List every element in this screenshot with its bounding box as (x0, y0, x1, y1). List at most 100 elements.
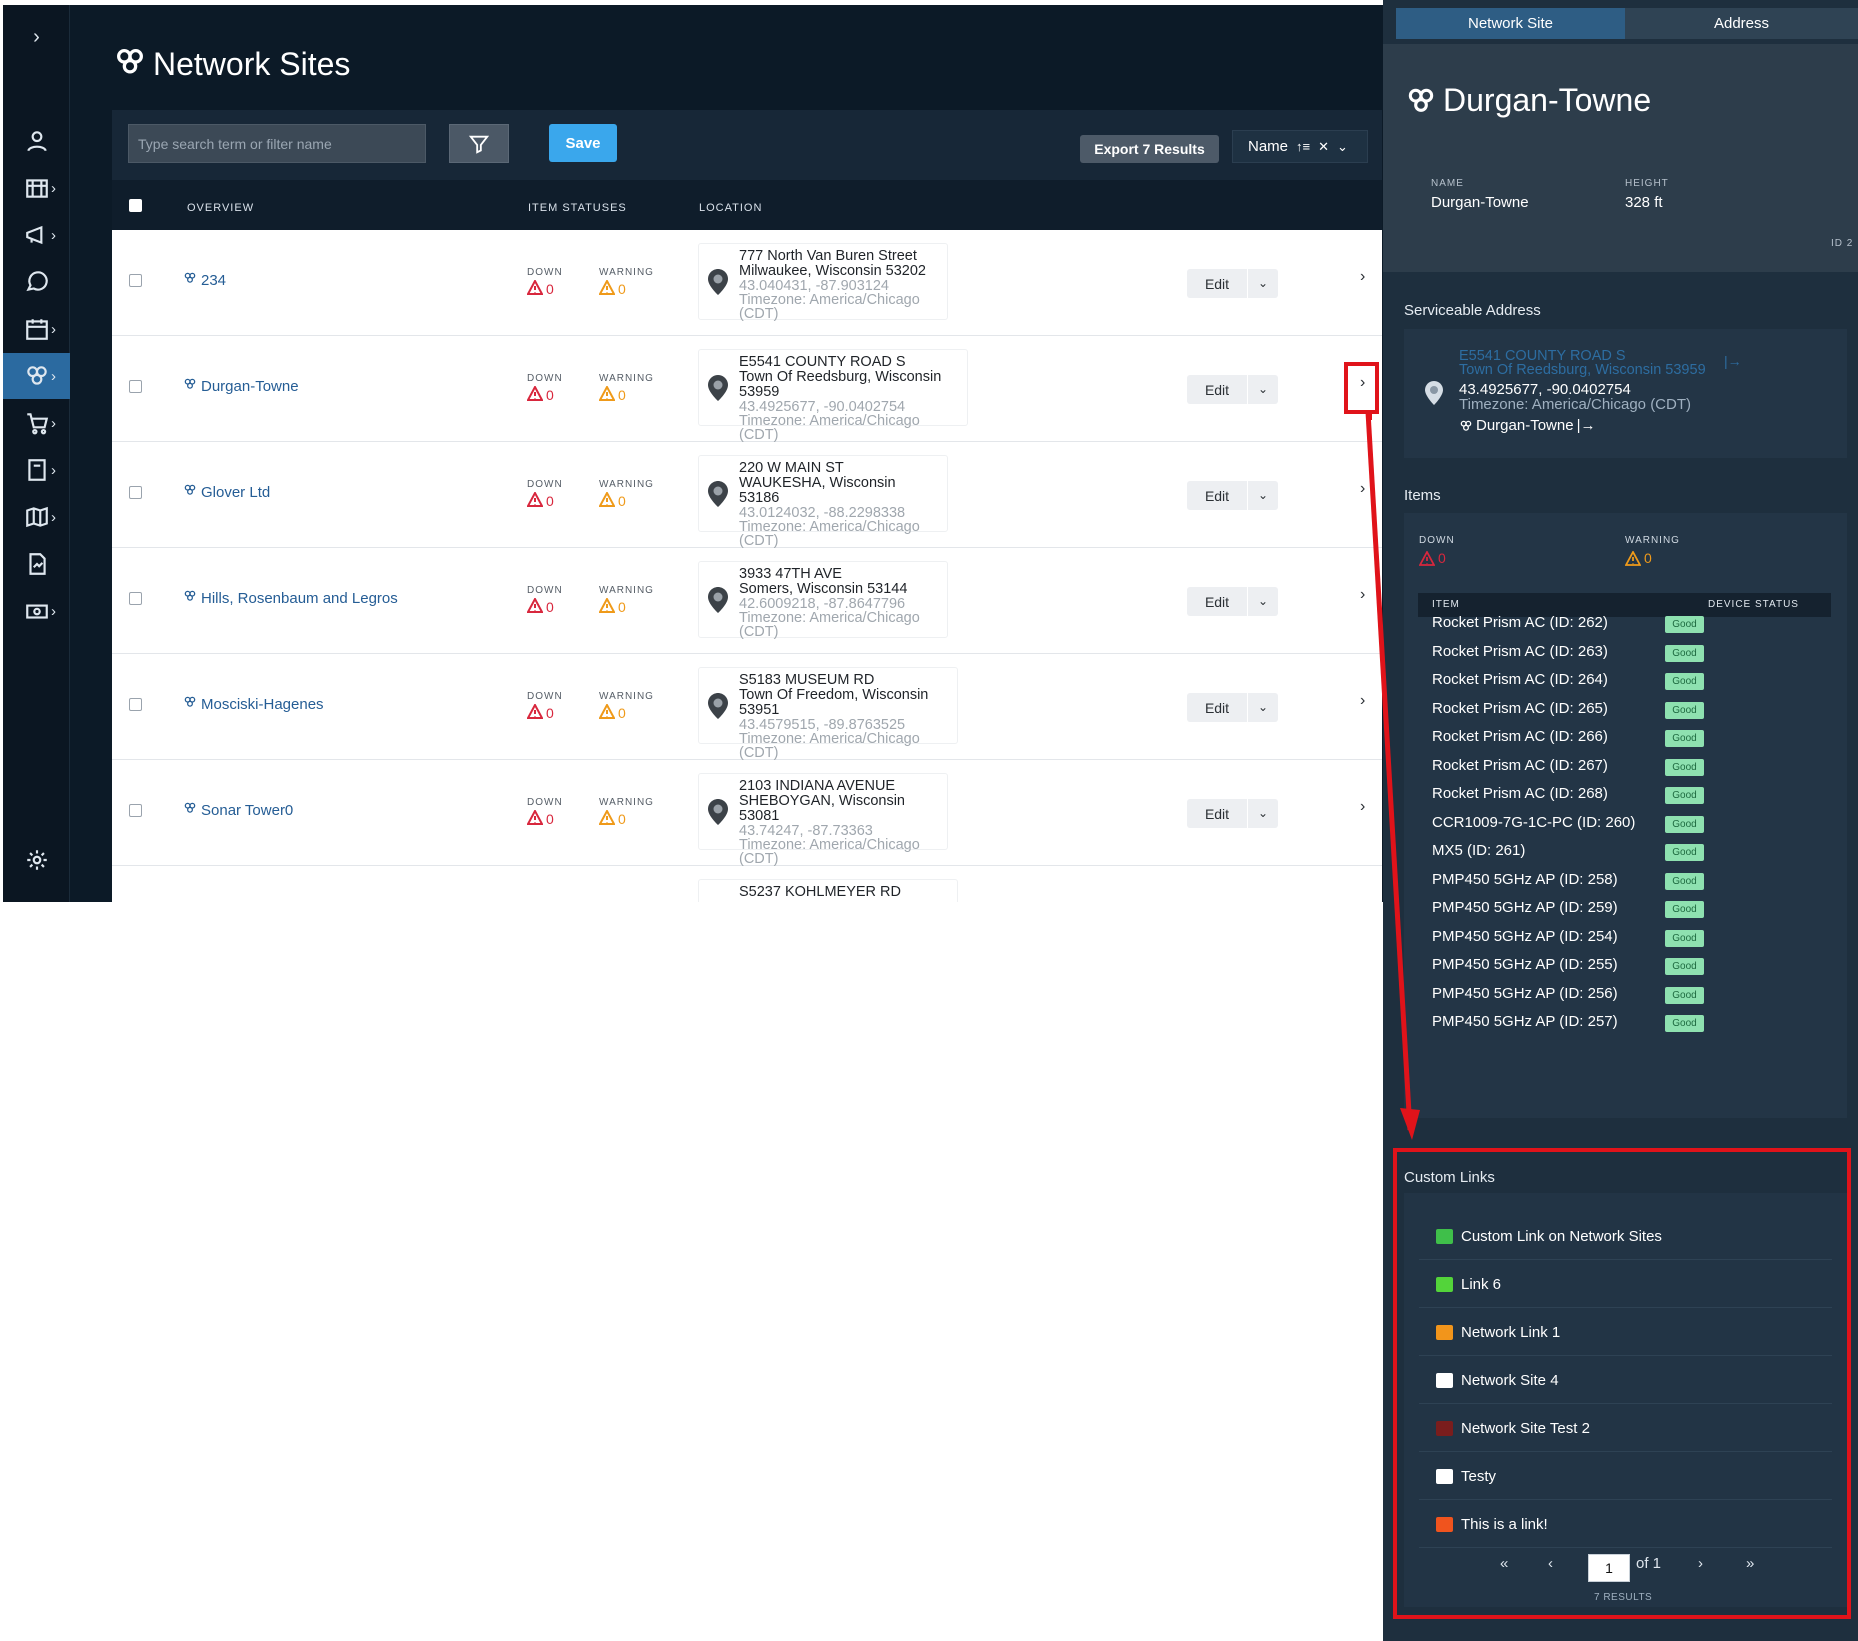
item-name[interactable]: MX5 (ID: 261) (1432, 842, 1525, 859)
item-name[interactable]: PMP450 5GHz AP (ID: 257) (1432, 1013, 1618, 1030)
location-card: S5183 MUSEUM RD Town Of Freedom, Wisconsi… (698, 667, 958, 760)
column-item-statuses[interactable]: ITEM STATUSES (528, 202, 627, 214)
chevron-down-icon[interactable]: ⌄ (1247, 269, 1278, 298)
chevron-down-icon[interactable]: ⌄ (1247, 481, 1278, 510)
sidebar-item-reports[interactable] (3, 541, 70, 587)
sidebar-item-finance[interactable]: › (3, 588, 70, 634)
sidebar-item-network[interactable]: › (3, 353, 70, 399)
site-name[interactable]: Durgan-Towne (201, 378, 299, 395)
chevron-down-icon[interactable]: ⌄ (1247, 693, 1278, 722)
item-name[interactable]: PMP450 5GHz AP (ID: 256) (1432, 985, 1618, 1002)
table-row[interactable]: Glover Ltd DOWN 0 WARNING 0 220 W MAIN ST WAUK… (112, 442, 1382, 548)
edit-button[interactable]: Edit (1187, 594, 1247, 610)
filter-button[interactable] (449, 124, 509, 163)
sidebar-item-scheduling[interactable]: › (3, 306, 70, 352)
down-label: DOWN (527, 267, 563, 278)
column-overview[interactable]: OVERVIEW (187, 202, 254, 214)
edit-button-group: Edit ⌄ (1187, 481, 1278, 510)
item-name[interactable]: Rocket Prism AC (ID: 265) (1432, 700, 1608, 717)
chevron-down-icon[interactable]: ⌄ (1247, 587, 1278, 616)
sidebar-item-accounts[interactable] (3, 118, 70, 164)
coordinates: 43.4579515, -89.8763525 (739, 717, 906, 733)
site-name-link[interactable]: Mosciski-Hagenes (183, 695, 324, 713)
address-line1: 2103 INDIANA AVENUE (739, 778, 896, 794)
save-button[interactable]: Save (549, 124, 617, 162)
sidebar-item-inventory[interactable]: › (3, 400, 70, 446)
row-checkbox[interactable] (129, 698, 142, 711)
chevron-down-icon[interactable]: ⌄ (1247, 799, 1278, 828)
row-checkbox[interactable] (129, 592, 142, 605)
edit-button[interactable]: Edit (1187, 276, 1247, 292)
row-checkbox[interactable] (129, 380, 142, 393)
item-name[interactable]: PMP450 5GHz AP (ID: 259) (1432, 899, 1618, 916)
sort-asc-icon[interactable]: ↑≡ (1296, 139, 1310, 154)
export-button[interactable]: Export 7 Results (1080, 135, 1219, 163)
edit-button[interactable]: Edit (1187, 488, 1247, 504)
site-name[interactable]: Hills, Rosenbaum and Legros (201, 590, 398, 607)
column-location[interactable]: LOCATION (699, 202, 762, 214)
select-all-checkbox[interactable] (129, 199, 142, 212)
table-row[interactable]: Mosciski-Hagenes DOWN 0 WARNING 0 S5183 MUSEU… (112, 654, 1382, 760)
row-checkbox[interactable] (129, 274, 142, 287)
item-name[interactable]: PMP450 5GHz AP (ID: 254) (1432, 928, 1618, 945)
warning-label: WARNING (599, 585, 654, 596)
chevron-right-icon[interactable]: › (1360, 268, 1365, 286)
item-name[interactable]: Rocket Prism AC (ID: 266) (1432, 728, 1608, 745)
item-name[interactable]: Rocket Prism AC (ID: 267) (1432, 757, 1608, 774)
item-name[interactable]: Rocket Prism AC (ID: 268) (1432, 785, 1608, 802)
table-row[interactable]: Durgan-Towne DOWN 0 WARNING 0 E5541 COUNTY RO… (112, 336, 1382, 442)
sidebar-item-settings[interactable] (3, 837, 70, 883)
item-name[interactable]: Rocket Prism AC (ID: 263) (1432, 643, 1608, 660)
table-row[interactable]: 234 DOWN 0 WARNING 0 777 North Van Buren Stre… (112, 230, 1382, 336)
chevron-right-icon: › (51, 508, 56, 526)
site-name-link[interactable]: Glover Ltd (183, 483, 270, 501)
edit-button[interactable]: Edit (1187, 700, 1247, 716)
item-name[interactable]: Rocket Prism AC (ID: 264) (1432, 671, 1608, 688)
chevron-down-icon[interactable]: ⌄ (1337, 139, 1348, 155)
site-name[interactable]: Glover Ltd (201, 484, 270, 501)
chevron-right-icon: › (51, 414, 56, 432)
row-checkbox[interactable] (129, 804, 142, 817)
serviceable-address-line2[interactable]: Town Of Reedsburg, Wisconsin 53959 (1459, 363, 1706, 378)
sidebar-item-jobs[interactable]: › (3, 447, 70, 493)
table-row[interactable]: Sonar Tower0 DOWN 0 WARNING 0 2103 INDIANA AV… (112, 760, 1382, 866)
item-name[interactable]: PMP450 5GHz AP (ID: 255) (1432, 956, 1618, 973)
sidebar-item-messages[interactable] (3, 259, 70, 305)
site-name-link[interactable]: Hills, Rosenbaum and Legros (183, 589, 398, 607)
warning-count: 0 (618, 493, 626, 509)
edit-button-group: Edit ⌄ (1187, 375, 1278, 404)
site-name[interactable]: Sonar Tower0 (201, 802, 293, 819)
tab-address[interactable]: Address (1625, 8, 1858, 39)
item-name[interactable]: PMP450 5GHz AP (ID: 258) (1432, 871, 1618, 888)
search-input[interactable] (128, 124, 426, 163)
chevron-down-icon[interactable]: ⌄ (1247, 375, 1278, 404)
edit-button[interactable]: Edit (1187, 382, 1247, 398)
site-name-link[interactable]: Sonar Tower0 (183, 801, 293, 819)
site-name[interactable]: Mosciski-Hagenes (201, 696, 324, 713)
status-badge: Good (1665, 958, 1704, 975)
row-checkbox[interactable] (129, 486, 142, 499)
sidebar-item-marketing[interactable]: › (3, 212, 70, 258)
site-name-link[interactable]: Durgan-Towne (183, 377, 299, 395)
coordinates: 43.0124032, -88.2298338 (739, 505, 906, 521)
status-badge: Good (1665, 929, 1704, 947)
site-name-link[interactable]: 234 (183, 271, 226, 289)
table-row[interactable]: S5237 KOHLMEYER RD (112, 866, 1382, 902)
tab-network-site[interactable]: Network Site (1396, 8, 1625, 39)
serviceable-site-link[interactable]: Durgan-Towne |→ (1459, 417, 1595, 434)
annotation-highlight-custom-links (1393, 1148, 1851, 1619)
edit-button[interactable]: Edit (1187, 806, 1247, 822)
sidebar-item-maps[interactable]: › (3, 494, 70, 540)
open-site-icon[interactable]: |→ (1577, 417, 1596, 434)
column-device-status: DEVICE STATUS (1708, 599, 1799, 610)
expand-sidebar-button[interactable]: › (3, 14, 70, 60)
sidebar-item-billing[interactable]: › (3, 165, 70, 211)
item-name[interactable]: CCR1009-7G-1C-PC (ID: 260) (1432, 814, 1635, 831)
open-address-icon[interactable]: |→ (1724, 353, 1742, 369)
clear-sort-icon[interactable]: ✕ (1318, 139, 1329, 155)
edit-button-group: Edit ⌄ (1187, 269, 1278, 298)
sort-select[interactable]: Name ↑≡ ✕ ⌄ (1232, 130, 1368, 163)
site-name[interactable]: 234 (201, 272, 226, 289)
item-name[interactable]: Rocket Prism AC (ID: 262) (1432, 614, 1608, 631)
table-row[interactable]: Hills, Rosenbaum and Legros DOWN 0 WARNING 0… (112, 548, 1382, 654)
